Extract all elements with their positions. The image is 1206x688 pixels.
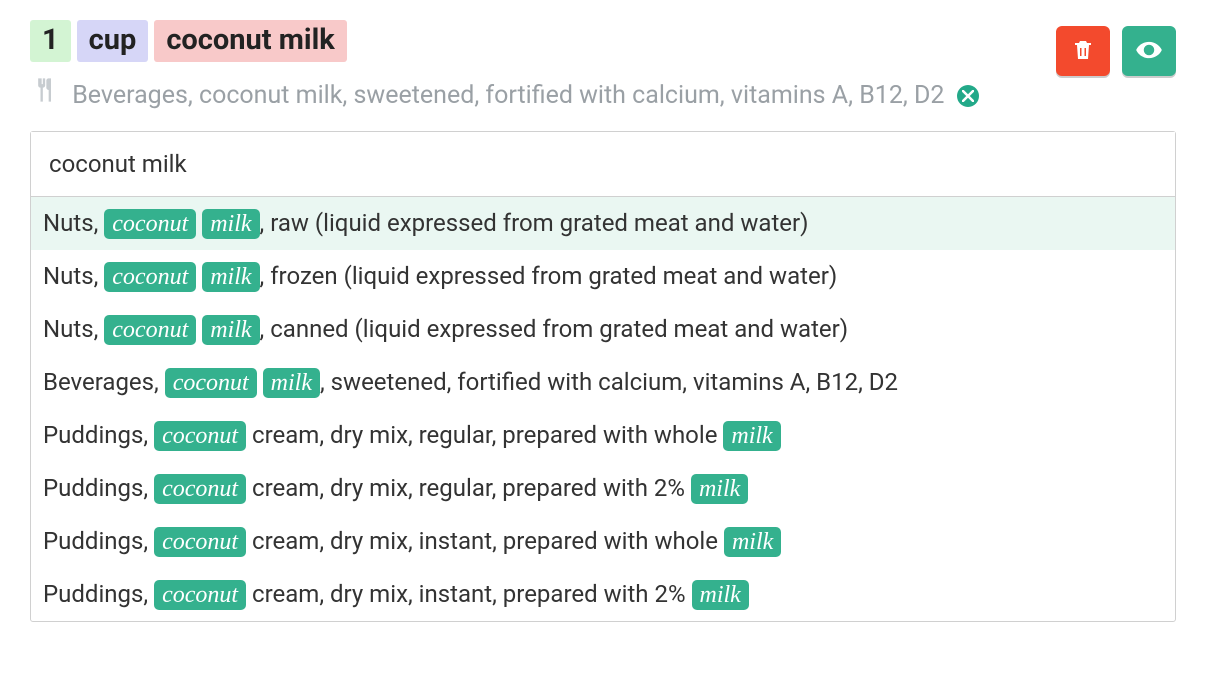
highlight-term: coconut (104, 209, 196, 239)
highlight-term: milk (263, 368, 320, 398)
highlight-term: milk (202, 209, 259, 239)
highlight-term: milk (692, 580, 749, 610)
suggestion-item[interactable]: Beverages, coconut milk, sweetened, fort… (31, 356, 1175, 409)
ingredient-description-line: Beverages, coconut milk, sweetened, fort… (30, 76, 1040, 117)
action-buttons (1056, 20, 1176, 76)
suggestion-item[interactable]: Nuts, coconut milk, canned (liquid expre… (31, 303, 1175, 356)
highlight-term: milk (724, 527, 781, 557)
suggestion-item[interactable]: Puddings, coconut cream, dry mix, regula… (31, 462, 1175, 515)
ingredient-description-text: Beverages, coconut milk, sweetened, fort… (72, 81, 944, 110)
suggestion-item[interactable]: Puddings, coconut cream, dry mix, instan… (31, 515, 1175, 568)
utensils-icon (30, 76, 58, 117)
suggestion-item[interactable]: Puddings, coconut cream, dry mix, instan… (31, 568, 1175, 621)
suggestion-item[interactable]: Nuts, coconut milk, raw (liquid expresse… (31, 197, 1175, 250)
suggestion-list: Nuts, coconut milk, raw (liquid expresse… (31, 196, 1175, 621)
highlight-term: milk (691, 474, 748, 504)
unit-chip[interactable]: cup (77, 20, 149, 62)
clear-ingredient-button[interactable] (957, 85, 979, 107)
eye-icon (1135, 36, 1163, 67)
highlight-term: coconut (154, 580, 246, 610)
view-button[interactable] (1122, 26, 1176, 76)
highlight-term: coconut (165, 368, 257, 398)
highlight-term: coconut (154, 474, 246, 504)
highlight-term: coconut (154, 527, 246, 557)
delete-button[interactable] (1056, 26, 1110, 76)
suggestion-item[interactable]: Puddings, coconut cream, dry mix, regula… (31, 409, 1175, 462)
highlight-term: coconut (154, 421, 246, 451)
ingredient-header-row: 1 cup coconut milk Beverages, coconut mi… (30, 20, 1176, 117)
search-input[interactable] (31, 132, 1175, 196)
trash-icon (1071, 38, 1095, 65)
highlight-term: coconut (104, 262, 196, 292)
highlight-term: milk (202, 315, 259, 345)
ingredient-info: 1 cup coconut milk Beverages, coconut mi… (30, 20, 1040, 117)
highlight-term: coconut (104, 315, 196, 345)
ingredient-chips: 1 cup coconut milk (30, 20, 1040, 62)
quantity-chip[interactable]: 1 (30, 20, 71, 62)
name-chip[interactable]: coconut milk (154, 20, 346, 62)
search-panel: Nuts, coconut milk, raw (liquid expresse… (30, 131, 1176, 622)
suggestion-item[interactable]: Nuts, coconut milk, frozen (liquid expre… (31, 250, 1175, 303)
highlight-term: milk (202, 262, 259, 292)
highlight-term: milk (723, 421, 780, 451)
